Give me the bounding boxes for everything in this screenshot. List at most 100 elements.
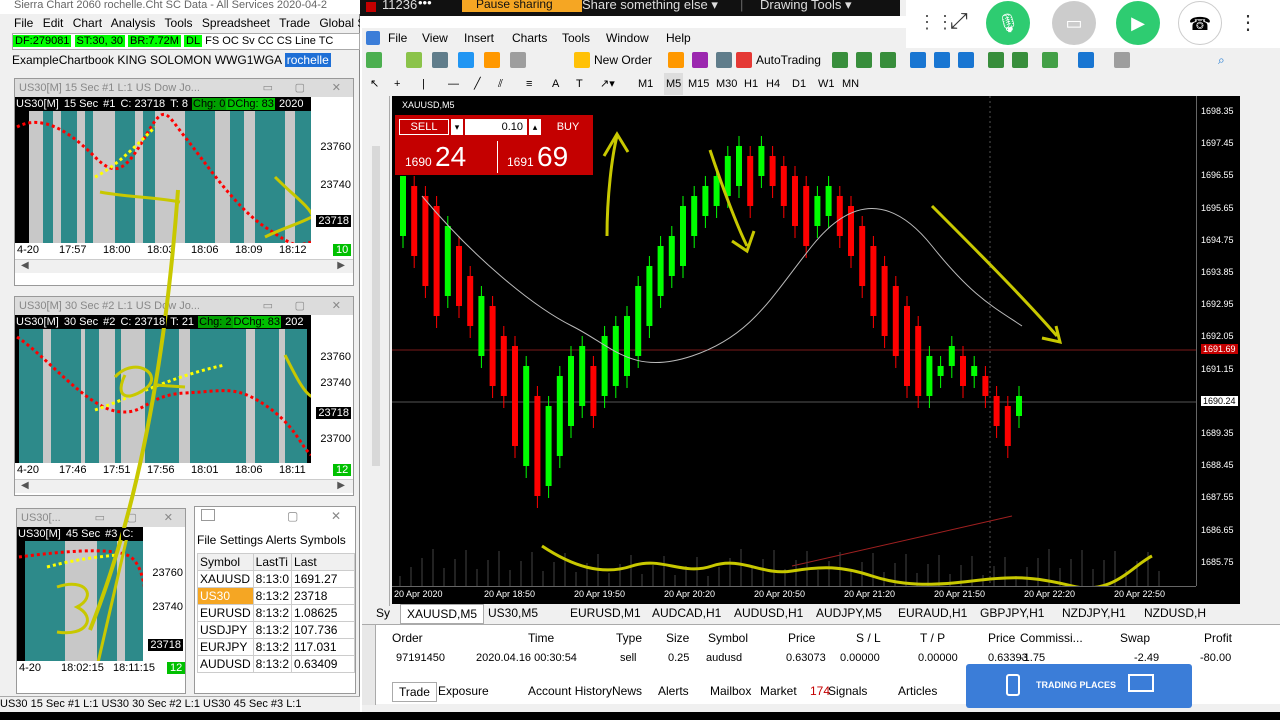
tf-mn[interactable]: MN — [842, 73, 859, 95]
terminal-cell[interactable]: audusd — [706, 652, 742, 664]
status-cc[interactable]: CC — [258, 35, 274, 47]
tf-m15[interactable]: M15 — [688, 73, 709, 95]
terminal-tab[interactable]: Articles — [898, 682, 937, 700]
zoom-in-icon[interactable] — [910, 52, 926, 68]
table-row[interactable]: USDJPY 8:13:2 107.736 — [197, 621, 355, 639]
market-icon[interactable] — [716, 52, 732, 68]
status-cs[interactable]: CS — [277, 35, 292, 47]
terminal-cell[interactable]: -1.75 — [1020, 652, 1045, 664]
terminal-cell[interactable]: 0.25 — [668, 652, 689, 664]
close-icon[interactable]: ✕ — [332, 79, 341, 97]
metaeditor-icon[interactable] — [668, 52, 684, 68]
mt4-menu-view[interactable]: View — [422, 28, 448, 48]
new-order-button[interactable]: New Order — [594, 49, 652, 71]
terminal-tab[interactable]: Market — [760, 682, 797, 700]
terminal-cell[interactable]: 97191450 — [396, 652, 445, 664]
chart-tab[interactable]: AUDJPY,M5 — [810, 604, 888, 622]
terminal-header[interactable]: Swap — [1120, 631, 1150, 645]
trendline-icon[interactable]: ╱ — [474, 73, 481, 95]
menu-global-settings[interactable]: Global Settings — [319, 16, 360, 30]
terminal-tab[interactable]: Trade — [392, 682, 437, 702]
menu-file[interactable]: File — [14, 16, 33, 30]
label-icon[interactable]: T — [576, 73, 583, 95]
navigator-icon[interactable] — [458, 52, 474, 68]
more-vertical-icon[interactable]: ⋮ — [1238, 10, 1258, 35]
terminal-header[interactable]: Time — [528, 631, 554, 645]
table-row[interactable]: EURUSD 8:13:2 1.08625 — [197, 604, 355, 622]
tf-m5[interactable]: M5 — [664, 73, 684, 95]
sell-price[interactable]: 1690 24 — [405, 141, 466, 173]
text-icon[interactable]: A — [552, 73, 559, 95]
autotrading-icon[interactable] — [736, 52, 752, 68]
candle-chart-icon[interactable] — [856, 52, 872, 68]
channel-icon[interactable]: ⫽ — [498, 73, 503, 95]
maximize-icon[interactable]: ▢ — [295, 79, 305, 97]
terminal-header[interactable]: Size — [666, 631, 689, 645]
indicators-icon[interactable] — [1042, 52, 1058, 68]
mt4-menu-tools[interactable]: Tools — [562, 28, 590, 48]
chartbook-selected[interactable]: rochelle — [284, 53, 331, 67]
mt4-menu-insert[interactable]: Insert — [464, 28, 494, 48]
crosshair-icon[interactable] — [432, 52, 448, 68]
dock-scrollbar[interactable] — [372, 146, 380, 466]
menu-tools[interactable]: Tools — [165, 16, 193, 30]
terminal-cell[interactable]: sell — [620, 652, 637, 664]
table-row[interactable]: US30 8:13:2 23718 — [197, 587, 355, 605]
minimize-icon[interactable]: ▭ — [263, 297, 273, 315]
terminal-header[interactable]: Order — [392, 631, 423, 645]
crosshair-tool-icon[interactable]: + — [394, 73, 400, 95]
terminal-side-label[interactable] — [362, 625, 376, 705]
qb-header-symbol[interactable]: Symbol — [197, 553, 254, 571]
chart-tab[interactable]: NZDUSD,H — [1138, 604, 1212, 622]
status-line[interactable]: Line — [295, 35, 316, 47]
quote-board-window[interactable]: ▢ ✕ File Settings Alerts Symbols Symbol L… — [194, 506, 356, 694]
chart-tab[interactable]: EURAUD,H1 — [892, 604, 973, 622]
sell-button[interactable]: SELL — [399, 119, 449, 135]
sierra-chart-tabs[interactable]: US30 15 Sec #1 L:1 US30 30 Sec #2 L:1 US… — [0, 696, 360, 712]
status-sv[interactable]: Sv — [242, 35, 255, 47]
chart-tab[interactable]: GBPJPY,H1 — [974, 604, 1050, 622]
terminal-cell[interactable]: -2.49 — [1134, 652, 1159, 664]
buy-price[interactable]: 1691 69 — [507, 141, 568, 173]
close-icon[interactable]: ✕ — [332, 297, 341, 315]
chart-tab[interactable]: EURUSD,M1 — [564, 604, 647, 622]
new-order-icon[interactable] — [574, 52, 590, 68]
status-tc[interactable]: TC — [319, 35, 334, 47]
cursor-icon[interactable]: ↖ — [370, 73, 379, 95]
close-icon[interactable]: ✕ — [331, 509, 341, 523]
status-oc[interactable]: OC — [222, 35, 239, 47]
tester-icon[interactable] — [510, 52, 526, 68]
terminal-header[interactable]: Commissi... — [1020, 631, 1083, 645]
terminal-cell[interactable]: 0.00000 — [918, 652, 958, 664]
qb-menu-symbols[interactable]: Symbols — [300, 533, 346, 547]
menu-trade[interactable]: Trade — [279, 16, 310, 30]
templates-icon[interactable] — [1114, 52, 1130, 68]
menu-spreadsheet[interactable]: Spreadsheet — [202, 16, 270, 30]
pause-sharing-button[interactable]: Pause sharing — [462, 0, 582, 12]
lot-increase-icon[interactable]: ▴ — [529, 119, 541, 135]
terminal-header[interactable]: Price — [988, 631, 1015, 645]
mt4-menu-help[interactable]: Help — [666, 28, 691, 48]
qb-header-last[interactable]: Last — [291, 553, 355, 571]
chart-scrollbar[interactable] — [1242, 96, 1280, 606]
autoscroll-icon[interactable] — [988, 52, 1004, 68]
table-row[interactable]: XAUUSD 8:13:0 1691.27 — [197, 570, 355, 588]
one-click-trading-panel[interactable]: SELL ▾ 0.10 ▴ BUY 1690 24 1691 69 — [394, 114, 594, 176]
table-row[interactable]: EURJPY 8:13:2 117.031 — [197, 638, 355, 656]
hangup-icon[interactable]: ☎ — [1178, 1, 1222, 45]
tf-d1[interactable]: D1 — [792, 73, 806, 95]
tf-h1[interactable]: H1 — [744, 73, 758, 95]
vertical-line-icon[interactable]: | — [422, 73, 425, 95]
tf-w1[interactable]: W1 — [818, 73, 835, 95]
grid-icon[interactable]: ⋮⋮ — [918, 12, 954, 33]
mt4-menu-charts[interactable]: Charts — [512, 28, 547, 48]
terminal-header[interactable]: Price — [788, 631, 815, 645]
drawing-tools-button[interactable]: Drawing Tools ▾ — [760, 0, 852, 11]
bar-chart-icon[interactable] — [832, 52, 848, 68]
terminal-tab[interactable]: Mailbox — [710, 682, 751, 700]
arrows-icon[interactable]: ↗▾ — [600, 73, 615, 95]
maximize-icon[interactable]: ▢ — [287, 509, 298, 523]
maximize-icon[interactable]: ▢ — [295, 297, 305, 315]
terminal-header[interactable]: S / L — [856, 631, 881, 645]
mt4-menu-file[interactable]: File — [388, 28, 407, 48]
